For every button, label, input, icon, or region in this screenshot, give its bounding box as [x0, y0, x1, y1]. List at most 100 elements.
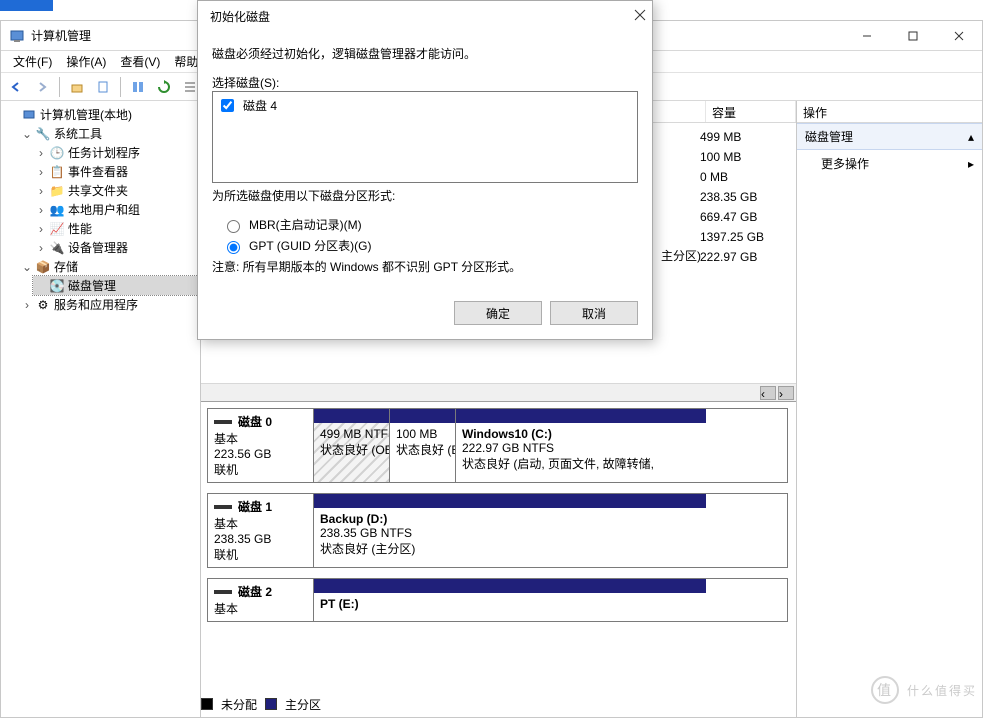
mbr-radio[interactable]: [227, 220, 240, 233]
initialize-disk-dialog: 初始化磁盘 磁盘必须经过初始化，逻辑磁盘管理器才能访问。 选择磁盘(S): 磁盘…: [197, 0, 653, 340]
storage-icon: 📦: [35, 259, 51, 275]
dialog-close-button[interactable]: [634, 9, 646, 24]
expand-icon[interactable]: ›: [36, 222, 46, 236]
legend-swatch-primary: [265, 698, 277, 710]
gpt-label: GPT (GUID 分区表)(G): [249, 237, 371, 254]
actions-section[interactable]: 磁盘管理 ▴: [797, 123, 982, 150]
disk-icon: 💽: [49, 278, 65, 294]
tree-storage[interactable]: 存储: [54, 258, 78, 275]
disk-graphical-view[interactable]: 磁盘 0基本223.56 GB联机499 MB NTFS状态良好 (OEM100…: [201, 401, 796, 717]
ok-button[interactable]: 确定: [454, 301, 542, 325]
disk-info: 磁盘 0基本223.56 GB联机: [208, 409, 314, 482]
legend: 未分配 主分区: [201, 695, 321, 713]
actions-section-label: 磁盘管理: [805, 128, 853, 145]
nav-tree[interactable]: 计算机管理(本地) ⌄🔧系统工具 ›🕒任务计划程序›📋事件查看器›📁共享文件夹›…: [1, 101, 201, 717]
partition-style-label: 为所选磁盘使用以下磁盘分区形式:: [212, 187, 638, 204]
disk4-checkbox[interactable]: [221, 99, 234, 112]
capacity-value: 222.97 GB: [700, 247, 790, 267]
view1-button[interactable]: [127, 76, 149, 98]
dialog-intro: 磁盘必须经过初始化，逻辑磁盘管理器才能访问。: [212, 45, 638, 62]
disk-row[interactable]: 磁盘 0基本223.56 GB联机499 MB NTFS状态良好 (OEM100…: [207, 408, 788, 483]
disk-row[interactable]: 磁盘 2基本PT (E:): [207, 578, 788, 622]
cancel-button[interactable]: 取消: [550, 301, 638, 325]
disk-select-listbox[interactable]: 磁盘 4: [212, 91, 638, 183]
dialog-titlebar[interactable]: 初始化磁盘: [198, 1, 652, 31]
disk-info: 磁盘 1基本238.35 GB联机: [208, 494, 314, 567]
dialog-select-label: 选择磁盘(S):: [212, 74, 638, 91]
expand-icon[interactable]: ›: [22, 298, 32, 312]
nav-back-button[interactable]: [5, 76, 27, 98]
up-level-button[interactable]: [66, 76, 88, 98]
partition[interactable]: 499 MB NTFS状态良好 (OEM: [314, 409, 390, 482]
collapse-icon[interactable]: ⌄: [22, 127, 32, 141]
tree-diskmgmt[interactable]: 磁盘管理: [68, 277, 116, 294]
minimize-button[interactable]: [844, 21, 890, 51]
capacity-value: 238.35 GB: [700, 187, 790, 207]
mbr-label: MBR(主启动记录)(M): [249, 216, 362, 233]
tree-item-icon: 👥: [49, 202, 65, 218]
menu-view[interactable]: 查看(V): [114, 51, 166, 72]
tree-item-icon: 📋: [49, 164, 65, 180]
watermark-text: 什么值得买: [907, 682, 977, 699]
expand-icon[interactable]: ›: [36, 165, 46, 179]
actions-header: 操作: [797, 101, 982, 123]
tree-item[interactable]: 任务计划程序: [68, 144, 140, 161]
tree-item-icon: 📈: [49, 221, 65, 237]
expand-icon[interactable]: ›: [36, 146, 46, 160]
partition[interactable]: PT (E:): [314, 579, 706, 621]
maximize-button[interactable]: [890, 21, 936, 51]
tree-services[interactable]: 服务和应用程序: [54, 296, 138, 313]
partition[interactable]: Windows10 (C:)222.97 GB NTFS状态良好 (启动, 页面…: [456, 409, 706, 482]
legend-primary: 主分区: [285, 696, 321, 713]
col-capacity[interactable]: 容量: [706, 101, 796, 122]
tree-item[interactable]: 事件查看器: [68, 163, 128, 180]
menu-file[interactable]: 文件(F): [7, 51, 58, 72]
collapse-icon[interactable]: ⌄: [22, 260, 32, 274]
tools-icon: 🔧: [35, 126, 51, 142]
disk4-checkbox-row[interactable]: 磁盘 4: [217, 96, 633, 115]
tree-item-icon: 📁: [49, 183, 65, 199]
tree-systools[interactable]: 系统工具: [54, 125, 102, 142]
partition[interactable]: 100 MB状态良好 (E: [390, 409, 456, 482]
chevron-right-icon: ▸: [968, 157, 974, 171]
gpt-radio-row[interactable]: GPT (GUID 分区表)(G): [222, 237, 638, 254]
expand-icon[interactable]: ›: [36, 203, 46, 217]
capacity-value: 100 MB: [700, 147, 790, 167]
disk-row[interactable]: 磁盘 1基本238.35 GB联机Backup (D:)238.35 GB NT…: [207, 493, 788, 568]
tree-root[interactable]: 计算机管理(本地): [40, 106, 132, 123]
tree-item[interactable]: 性能: [68, 220, 92, 237]
actions-more-label: 更多操作: [821, 155, 869, 172]
close-button[interactable]: [936, 21, 982, 51]
tree-item[interactable]: 共享文件夹: [68, 182, 128, 199]
tree-item[interactable]: 本地用户和组: [68, 201, 140, 218]
dialog-title: 初始化磁盘: [210, 8, 270, 25]
actions-more[interactable]: 更多操作 ▸: [797, 150, 982, 177]
chevron-up-icon: ▴: [968, 130, 974, 144]
scroll-right-button[interactable]: ›: [778, 386, 794, 400]
horizontal-scrollbar[interactable]: ‹ ›: [201, 383, 796, 401]
expand-icon[interactable]: ›: [36, 184, 46, 198]
watermark-icon: 值: [871, 676, 899, 704]
capacity-value: 1397.25 GB: [700, 227, 790, 247]
app-icon: [9, 28, 25, 44]
window-title: 计算机管理: [31, 27, 91, 44]
actions-pane: 操作 磁盘管理 ▴ 更多操作 ▸: [797, 101, 982, 717]
tree-item[interactable]: 设备管理器: [68, 239, 128, 256]
nav-fwd-button[interactable]: [31, 76, 53, 98]
dialog-note: 注意: 所有早期版本的 Windows 都不识别 GPT 分区形式。: [212, 258, 638, 275]
refresh-button[interactable]: [153, 76, 175, 98]
legend-unalloc: 未分配: [221, 696, 257, 713]
partition[interactable]: Backup (D:)238.35 GB NTFS状态良好 (主分区): [314, 494, 706, 567]
mbr-radio-row[interactable]: MBR(主启动记录)(M): [222, 216, 638, 233]
capacity-value: 499 MB: [700, 127, 790, 147]
legend-swatch-unallocated: [201, 698, 213, 710]
menu-action[interactable]: 操作(A): [60, 51, 112, 72]
expand-icon[interactable]: ›: [36, 241, 46, 255]
gpt-radio[interactable]: [227, 241, 240, 254]
properties-button[interactable]: [92, 76, 114, 98]
services-icon: ⚙: [35, 297, 51, 313]
capacity-value: 0 MB: [700, 167, 790, 187]
watermark: 值 什么值得买: [871, 676, 977, 704]
scroll-left-button[interactable]: ‹: [760, 386, 776, 400]
tree-item-icon: 🔌: [49, 240, 65, 256]
